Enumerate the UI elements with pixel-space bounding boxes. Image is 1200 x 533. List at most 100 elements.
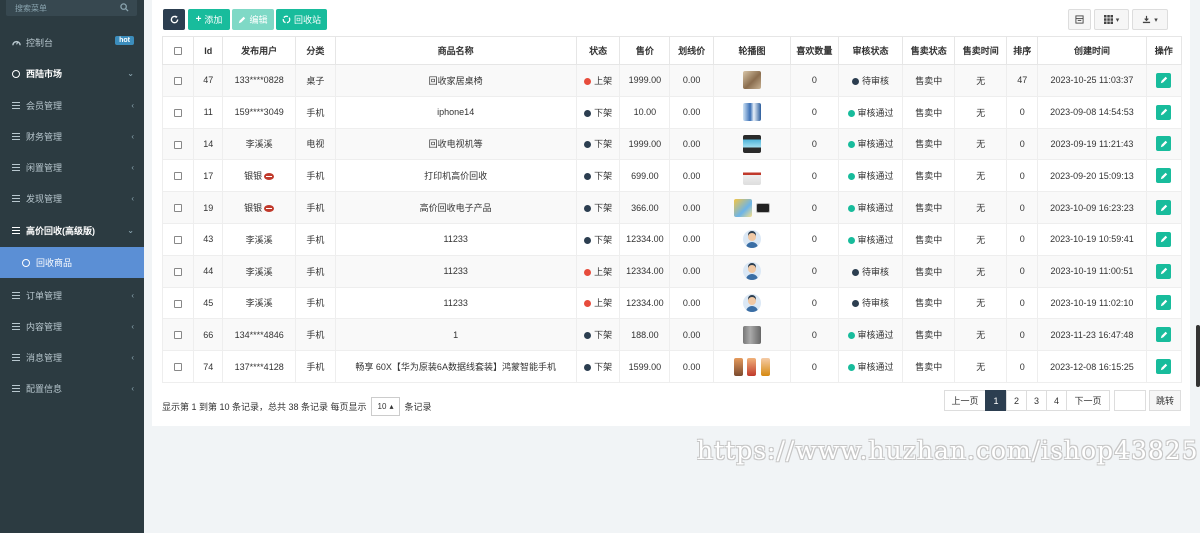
row-edit-button[interactable] [1156,136,1172,152]
cell-audit[interactable]: 审核通过 [837,191,904,224]
col-header-images[interactable]: 轮播图 [713,36,791,65]
row-edit-button[interactable] [1156,231,1172,247]
col-header-likes[interactable]: 喜欢数量 [789,36,839,65]
gray-thumbnail[interactable] [742,325,761,344]
sidebar-item-content[interactable]: 内容管理 ‹ [0,311,144,342]
edge-scroll-handle[interactable] [1196,325,1200,387]
cell-status[interactable]: 下架 [575,350,621,383]
electronics-thumbnail[interactable] [733,198,752,217]
col-header-category[interactable]: 分类 [295,36,336,65]
sidebar-item-idle[interactable]: 闲置管理 ‹ [0,152,144,183]
sidebar-item-config[interactable]: 配置信息 ‹ [0,373,144,404]
recycle-bin-button[interactable]: 回收站 [276,9,327,30]
sidebar-item-members[interactable]: 会员管理 ‹ [0,90,144,121]
row-checkbox[interactable] [161,191,195,224]
prev-page-button[interactable]: 上一页 [944,390,986,411]
columns-button[interactable]: ▾ [1094,9,1129,30]
menu-search-box[interactable]: 搜索菜单 [6,0,137,16]
row-checkbox[interactable] [161,286,195,320]
row-checkbox[interactable] [161,127,195,161]
cell-audit[interactable]: 审核通过 [837,95,904,129]
search-icon[interactable] [120,3,129,12]
row-checkbox[interactable] [161,254,195,288]
sidebar-item-orders[interactable]: 订单管理 ‹ [0,280,144,311]
page-button-4[interactable]: 4 [1046,390,1067,411]
sidebar-item-recycle-pro[interactable]: 高价回收(高级版) ⌄ [0,215,144,246]
sidebar-item-discover[interactable]: 发现管理 ‹ [0,183,144,214]
col-header-name[interactable]: 商品名称 [334,36,577,65]
col-header-strike-price[interactable]: 划线价 [669,36,715,65]
cell-likes: 0 [789,64,839,97]
row-checkbox[interactable] [161,350,195,383]
col-header-sort[interactable]: 排序 [1006,36,1039,65]
row-edit-button[interactable] [1156,295,1172,311]
cell-status[interactable]: 下架 [575,127,621,161]
row-checkbox[interactable] [161,64,195,97]
row-checkbox[interactable] [161,318,195,352]
cell-audit[interactable]: 待审核 [837,286,904,320]
row-checkbox[interactable] [161,159,195,193]
export-button[interactable]: ▾ [1132,9,1168,30]
sidebar-item-dashboard[interactable]: 控制台 hot [0,27,144,58]
page-button-1[interactable]: 1 [985,390,1007,411]
row-checkbox[interactable] [161,222,195,256]
row-edit-button[interactable] [1156,200,1172,216]
cell-audit[interactable]: 待审核 [837,64,904,97]
select-all-checkbox[interactable] [161,36,195,65]
row-edit-button[interactable] [1156,263,1172,279]
cell-audit[interactable]: 审核通过 [837,222,904,256]
col-header-audit[interactable]: 审核状态 [837,36,904,65]
cell-audit[interactable]: 审核通过 [837,318,904,352]
edit-button[interactable]: 编辑 [232,9,274,30]
furniture-thumbnail[interactable] [742,71,761,90]
jump-button[interactable]: 跳转 [1149,390,1181,411]
cell-status[interactable]: 上架 [575,286,621,320]
page-button-2[interactable]: 2 [1006,390,1027,411]
col-header-sale-status[interactable]: 售卖状态 [902,36,956,65]
col-header-id[interactable]: Id [193,36,224,65]
sidebar-item-messages[interactable]: 消息管理 ‹ [0,342,144,373]
phone-thumbnail[interactable] [733,357,743,376]
row-edit-button[interactable] [1156,359,1172,375]
phone-thumbnail[interactable] [742,103,761,122]
cell-status[interactable]: 下架 [575,159,621,193]
col-header-user[interactable]: 发布用户 [222,36,297,65]
cell-status[interactable]: 上架 [575,254,621,288]
avatar-thumbnail[interactable] [742,293,761,312]
cell-status[interactable]: 下架 [575,318,621,352]
row-checkbox[interactable] [161,95,195,129]
col-header-sale-time[interactable]: 售卖时间 [954,36,1008,65]
jump-page-input[interactable] [1114,390,1146,411]
electronics-thumbnail[interactable] [756,202,771,213]
next-page-button[interactable]: 下一页 [1066,390,1110,411]
sidebar-item-market[interactable]: 西陆市场 ⌄ [0,58,144,89]
col-header-created[interactable]: 创建时间 [1037,36,1147,65]
add-button[interactable]: + 添加 [188,9,230,30]
cell-audit[interactable]: 审核通过 [837,159,904,193]
sidebar-item-recycle-goods[interactable]: 回收商品 [0,247,144,278]
cell-status[interactable]: 下架 [575,191,621,224]
refresh-button[interactable] [163,9,185,30]
cell-audit[interactable]: 待审核 [837,254,904,288]
cell-audit[interactable]: 审核通过 [837,350,904,383]
col-header-price[interactable]: 售价 [619,36,671,65]
row-edit-button[interactable] [1156,327,1172,343]
phone-thumbnail[interactable] [747,357,757,376]
cell-audit[interactable]: 审核通过 [837,127,904,161]
cell-status[interactable]: 下架 [575,222,621,256]
tv-thumbnail[interactable] [742,134,761,153]
avatar-thumbnail[interactable] [742,230,761,249]
toggle-view-button[interactable] [1068,9,1091,30]
row-edit-button[interactable] [1156,104,1172,120]
cell-status[interactable]: 上架 [575,64,621,97]
row-edit-button[interactable] [1156,168,1172,184]
col-header-status[interactable]: 状态 [575,36,621,65]
page-size-select[interactable]: 10 ▴ [370,397,401,416]
row-edit-button[interactable] [1156,72,1172,88]
cell-status[interactable]: 下架 [575,95,621,129]
avatar-thumbnail[interactable] [742,262,761,281]
page-button-3[interactable]: 3 [1026,390,1047,411]
sidebar-item-finance[interactable]: 财务管理 ‹ [0,121,144,152]
printer-thumbnail[interactable] [742,166,761,185]
phone-thumbnail[interactable] [761,357,770,376]
